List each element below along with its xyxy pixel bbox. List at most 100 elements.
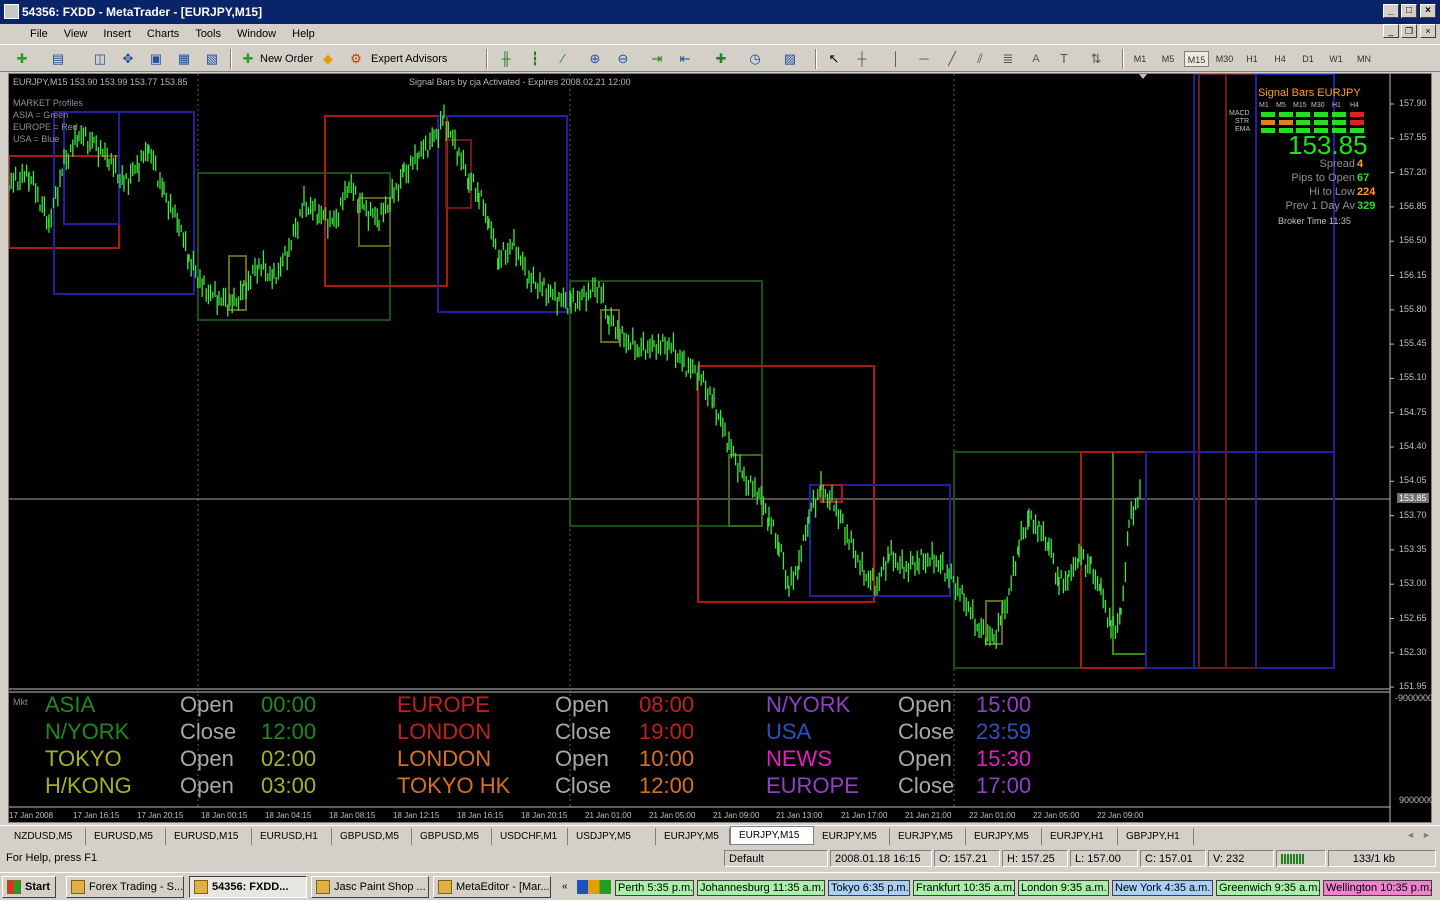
vertical-line-icon[interactable]: │ — [888, 51, 904, 67]
connection-indicator[interactable] — [1276, 850, 1326, 867]
timeframe-m30[interactable]: M30 — [1212, 51, 1237, 67]
menu-insert[interactable]: Insert — [95, 28, 139, 40]
world-clock[interactable]: Frankfurt 10:35 a.m. — [913, 880, 1015, 896]
minimize-button[interactable]: _ — [1383, 4, 1399, 18]
indicators-icon[interactable]: ✚ — [713, 51, 729, 67]
task-label: Jasc Paint Shop ... — [334, 881, 426, 893]
world-clock[interactable]: New York 4:35 a.m. — [1112, 880, 1213, 896]
strategy-tester-icon[interactable]: ▦ — [176, 51, 192, 67]
session-action: Open — [180, 746, 234, 771]
signal-cell — [1296, 112, 1310, 117]
price-label: 155.80 — [1399, 303, 1427, 314]
browser-icon — [71, 880, 85, 894]
chart-tab[interactable]: EURJPY,M5 — [966, 828, 1042, 845]
tab-scroll-right-icon[interactable]: ► — [1422, 830, 1431, 840]
new-order-button[interactable]: New Order — [260, 50, 313, 68]
mdi-minimize-button[interactable]: _ — [1383, 24, 1399, 38]
chart-tab[interactable]: EURUSD,H1 — [252, 828, 332, 845]
metaeditor-icon[interactable]: ◆ — [320, 51, 336, 67]
terminal-icon[interactable]: ▣ — [148, 51, 164, 67]
world-clock[interactable]: Tokyo 6:35 p.m. — [828, 880, 910, 896]
periods-icon[interactable]: ◷ — [747, 51, 763, 67]
timeframe-w1[interactable]: W1 — [1326, 51, 1346, 67]
equidistant-channel-icon[interactable]: ⫽ — [972, 51, 988, 67]
session-name: EUROPE — [397, 692, 490, 717]
status-bar: For Help, press F1 Default 2008.01.18 16… — [0, 847, 1440, 869]
menu-charts[interactable]: Charts — [139, 28, 187, 40]
session-time: 12:00 — [639, 773, 695, 798]
candlestick-icon[interactable]: ┇ — [527, 51, 543, 67]
chart-tab[interactable]: EURJPY,M5 — [656, 828, 730, 845]
chart-tab[interactable]: EURJPY,M15 — [730, 826, 814, 845]
task-metaeditor[interactable]: MetaEditor - [Mar... — [433, 876, 551, 898]
text-label-icon[interactable]: T — [1056, 51, 1072, 67]
timeframe-d1[interactable]: D1 — [1298, 51, 1318, 67]
world-clock[interactable]: Perth 5:35 p.m. — [615, 880, 694, 896]
chart-tab[interactable]: USDJPY,M5 — [568, 828, 656, 845]
horizontal-line-icon[interactable]: ─ — [916, 51, 932, 67]
mdi-restore-button[interactable]: ❐ — [1401, 24, 1417, 38]
timeframe-mn[interactable]: MN — [1353, 51, 1375, 67]
stat-value: 329 — [1357, 200, 1376, 212]
session-box — [953, 451, 1147, 669]
fibonacci-icon[interactable]: ≣ — [1000, 51, 1016, 67]
menu-view[interactable]: View — [56, 28, 96, 40]
world-clock[interactable]: London 9:35 a.m. — [1018, 880, 1109, 896]
task-paint-shop[interactable]: Jasc Paint Shop ... — [311, 876, 429, 898]
chart-tab[interactable]: EURJPY,M5 — [890, 828, 966, 845]
data-window-icon[interactable]: ▧ — [204, 51, 220, 67]
auto-scroll-icon[interactable]: ⇥ — [649, 51, 665, 67]
chart-tab[interactable]: EURJPY,M5 — [814, 828, 890, 845]
timeframe-m5[interactable]: M5 — [1157, 51, 1179, 67]
world-clock[interactable]: Johannesburg 11:35 a.m. — [697, 880, 825, 896]
chart-tab[interactable]: EURUSD,M5 — [86, 828, 166, 845]
maximize-button[interactable]: □ — [1401, 4, 1417, 18]
task-forex-trading[interactable]: Forex Trading - S... — [66, 876, 184, 898]
signal-cell — [1314, 120, 1328, 125]
chart-tab[interactable]: EURUSD,M15 — [166, 828, 252, 845]
templates-icon[interactable]: ▨ — [782, 51, 798, 67]
chart-tab[interactable]: USDCHF,M1 — [492, 828, 568, 845]
timeframe-m15[interactable]: M15 — [1184, 51, 1209, 67]
chart-tab[interactable]: GBPJPY,H1 — [1118, 828, 1194, 845]
chart-tab[interactable]: GBPUSD,M5 — [332, 828, 412, 845]
line-chart-icon[interactable]: ∕ — [555, 51, 571, 67]
new-chart-icon[interactable]: ✚ — [14, 51, 30, 67]
mdi-close-button[interactable]: × — [1420, 24, 1436, 38]
profiles-icon[interactable]: ▤ — [50, 51, 66, 67]
chart-shift-icon[interactable]: ⇤ — [677, 51, 693, 67]
timeframe-h4[interactable]: H4 — [1270, 51, 1290, 67]
signal-cell — [1261, 128, 1275, 133]
zoom-in-icon[interactable]: ⊕ — [587, 51, 603, 67]
cursor-icon[interactable]: ↖ — [826, 51, 842, 67]
crosshair-icon[interactable]: ┼ — [854, 51, 870, 67]
trendline-icon[interactable]: ╱ — [944, 51, 960, 67]
timeframe-h1[interactable]: H1 — [1242, 51, 1262, 67]
task-label: MetaEditor - [Mar... — [456, 881, 550, 893]
signal-tf-m1: M1 — [1259, 102, 1269, 109]
navigator-icon[interactable]: ✥ — [120, 51, 136, 67]
arrows-icon[interactable]: ⇅ — [1088, 51, 1104, 67]
tray-expand-icon[interactable]: « — [562, 881, 568, 892]
chart-tab[interactable]: GBPUSD,M5 — [412, 828, 492, 845]
close-button[interactable]: × — [1420, 4, 1436, 18]
chart-window[interactable]: EURJPY,M15 153.90 153.99 153.77 153.85 S… — [8, 73, 1434, 824]
chart-tab[interactable]: NZDUSD,M5 — [6, 828, 86, 845]
expert-advisors-button[interactable]: Expert Advisors — [371, 50, 447, 68]
world-clock[interactable]: Greenwich 9:35 a.m. — [1216, 880, 1321, 896]
tab-scroll-left-icon[interactable]: ◄ — [1406, 830, 1415, 840]
menu-tools[interactable]: Tools — [187, 28, 229, 40]
task-metatrader[interactable]: 54356: FXDD... — [189, 876, 307, 898]
menu-help[interactable]: Help — [284, 28, 323, 40]
bar-chart-icon[interactable]: ╫ — [498, 51, 514, 67]
world-clock[interactable]: Wellington 10:35 p.m. — [1323, 880, 1432, 896]
market-watch-icon[interactable]: ◫ — [92, 51, 108, 67]
timeframe-m1[interactable]: M1 — [1129, 51, 1151, 67]
menu-window[interactable]: Window — [229, 28, 284, 40]
menu-file[interactable]: File — [10, 28, 56, 40]
zoom-out-icon[interactable]: ⊖ — [615, 51, 631, 67]
tray-icons[interactable] — [577, 880, 611, 894]
text-icon[interactable]: A — [1028, 51, 1044, 67]
chart-tab[interactable]: EURJPY,H1 — [1042, 828, 1118, 845]
start-button[interactable]: Start — [2, 876, 56, 898]
